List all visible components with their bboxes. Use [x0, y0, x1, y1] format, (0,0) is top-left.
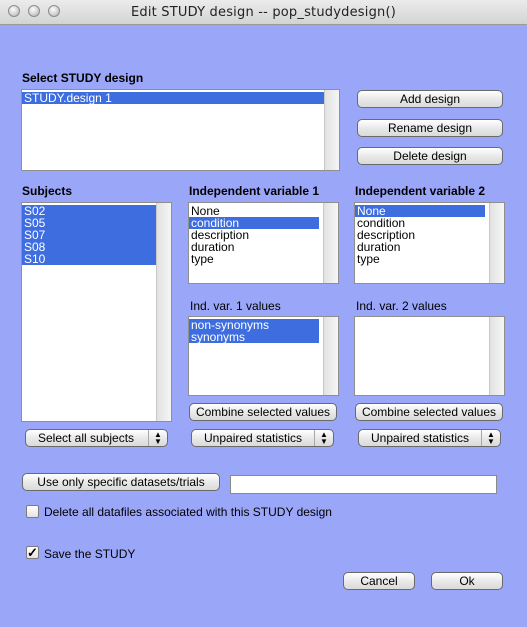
- list-item[interactable]: type: [189, 253, 319, 265]
- subjects-list-items: S02 S05 S07 S08 S10: [22, 203, 157, 265]
- ok-button[interactable]: Ok: [431, 572, 503, 590]
- list-item[interactable]: type: [355, 253, 485, 265]
- chevron-updown-icon: ▲ ▼: [481, 430, 500, 446]
- var2-values-items: [355, 317, 485, 319]
- var2-combine-button[interactable]: Combine selected values: [355, 403, 503, 421]
- design-label: Select STUDY design: [22, 71, 144, 85]
- subjects-list[interactable]: S02 S05 S07 S08 S10: [21, 202, 172, 422]
- datasets-trials-input[interactable]: [230, 475, 497, 494]
- select-all-subjects-popup[interactable]: Select all subjects ▲ ▼: [25, 429, 168, 447]
- delete-datafiles-label: Delete all datafiles associated with thi…: [44, 505, 332, 519]
- rename-design-button[interactable]: Rename design: [357, 119, 503, 137]
- save-study-checkbox[interactable]: ✓: [26, 546, 39, 559]
- var2-label: Independent variable 2: [355, 184, 486, 198]
- save-study-label: Save the STUDY: [44, 547, 136, 561]
- var1-values-scrollbar[interactable]: [323, 317, 338, 395]
- delete-design-button[interactable]: Delete design: [357, 147, 503, 165]
- var2-list-scrollbar[interactable]: [489, 203, 504, 283]
- var1-list[interactable]: None condition description duration type: [188, 202, 339, 284]
- select-all-subjects-label: Select all subjects: [38, 431, 135, 445]
- cancel-button[interactable]: Cancel: [343, 572, 415, 590]
- list-item[interactable]: STUDY.design 1: [22, 92, 325, 104]
- var2-values-list[interactable]: [354, 316, 505, 396]
- var1-stats-label: Unpaired statistics: [204, 431, 303, 445]
- var2-values-label: Ind. var. 2 values: [356, 299, 447, 313]
- use-specific-datasets-button[interactable]: Use only specific datasets/trials: [22, 473, 220, 491]
- var2-list-items: None condition description duration type: [355, 203, 485, 265]
- add-design-button[interactable]: Add design: [357, 90, 503, 108]
- list-item[interactable]: S10: [22, 253, 157, 265]
- var1-values-list[interactable]: non-synonyms synonyms: [188, 316, 339, 396]
- var1-list-scrollbar[interactable]: [323, 203, 338, 283]
- design-list-scrollbar[interactable]: [324, 90, 339, 170]
- chevron-updown-icon: ▲ ▼: [314, 430, 333, 446]
- delete-datafiles-checkbox[interactable]: [26, 505, 39, 518]
- subjects-label: Subjects: [22, 184, 73, 198]
- window-title: Edit STUDY design -- pop_studydesign(): [130, 5, 397, 20]
- chevron-updown-icon: ▲ ▼: [148, 430, 167, 446]
- var2-stats-popup[interactable]: Unpaired statistics ▲ ▼: [358, 429, 501, 447]
- var1-combine-button[interactable]: Combine selected values: [189, 403, 337, 421]
- var2-stats-label: Unpaired statistics: [371, 431, 470, 445]
- var1-list-items: None condition description duration type: [189, 203, 319, 265]
- title-bar: Edit STUDY design -- pop_studydesign(): [0, 0, 527, 25]
- var1-values-label: Ind. var. 1 values: [190, 299, 281, 313]
- design-list[interactable]: STUDY.design 1: [21, 89, 340, 171]
- design-list-items: STUDY.design 1: [22, 90, 325, 104]
- list-item[interactable]: synonyms: [189, 331, 319, 343]
- var2-values-scrollbar[interactable]: [489, 317, 504, 395]
- var1-label: Independent variable 1: [189, 184, 320, 198]
- subjects-list-scrollbar[interactable]: [156, 203, 171, 421]
- var1-stats-popup[interactable]: Unpaired statistics ▲ ▼: [191, 429, 334, 447]
- var1-values-items: non-synonyms synonyms: [189, 317, 319, 343]
- var2-list[interactable]: None condition description duration type: [354, 202, 505, 284]
